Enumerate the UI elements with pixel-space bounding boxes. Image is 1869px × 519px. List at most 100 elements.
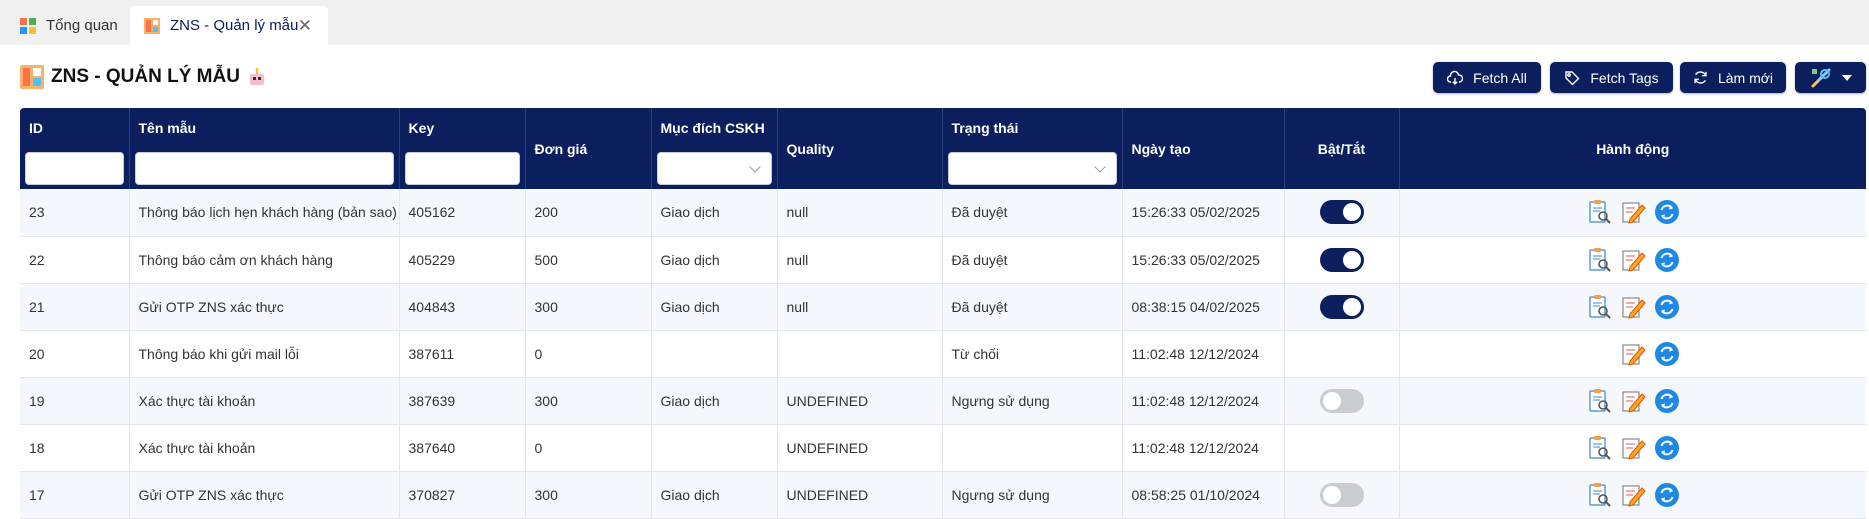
- refresh-button[interactable]: Làm mới: [1680, 62, 1786, 93]
- cell-toggle: [1284, 283, 1400, 331]
- cell-price: 0: [525, 424, 652, 472]
- column-header-quality: Quality: [777, 108, 943, 189]
- enable-toggle[interactable]: [1319, 294, 1364, 319]
- sync-icon[interactable]: [1654, 199, 1680, 225]
- tab-bar: Tổng quan ZNS - Quản lý mẫu ✕: [0, 0, 1869, 45]
- column-header-price: Đơn giá: [525, 108, 652, 189]
- sync-icon[interactable]: [1654, 482, 1680, 508]
- fetch-all-button[interactable]: Fetch All: [1433, 62, 1541, 93]
- edit-icon[interactable]: [1620, 482, 1646, 508]
- column-header-status: Trạng thái: [942, 108, 1123, 189]
- tag-icon: [1565, 70, 1580, 85]
- action-group: [1400, 341, 1867, 367]
- edit-icon[interactable]: [1620, 341, 1646, 367]
- cell-toggle: [1284, 471, 1400, 519]
- cell-name: Thông báo cảm ơn khách hàng: [129, 236, 400, 284]
- cell-quality: UNDEFINED: [777, 377, 943, 425]
- edit-icon[interactable]: [1620, 388, 1646, 414]
- cell-actions: [1399, 189, 1866, 237]
- cell-toggle: [1284, 189, 1400, 237]
- cell-key: 370827: [399, 471, 526, 519]
- cell-purpose: [651, 424, 778, 472]
- tab-label: Tổng quan: [46, 17, 118, 34]
- view-details-icon[interactable]: [1586, 435, 1612, 461]
- view-details-icon[interactable]: [1586, 247, 1612, 273]
- cell-name: Xác thực tài khoản: [129, 377, 400, 425]
- enable-toggle[interactable]: [1319, 388, 1364, 413]
- edit-icon[interactable]: [1620, 247, 1646, 273]
- enable-toggle[interactable]: [1319, 482, 1364, 507]
- cloud-download-icon: [1447, 70, 1464, 85]
- enable-toggle[interactable]: [1319, 247, 1364, 272]
- purpose-filter-select[interactable]: [656, 152, 772, 185]
- sync-icon[interactable]: [1654, 294, 1680, 320]
- tools-dropdown-button[interactable]: [1795, 62, 1866, 93]
- cell-actions: [1399, 330, 1867, 378]
- caret-down-icon: [1841, 74, 1852, 81]
- table-row: 21 Gửi OTP ZNS xác thực 404843 300 Giao dịch…: [20, 283, 1866, 331]
- cell-actions: [1399, 424, 1866, 472]
- cell-status: Đã duyệt: [942, 283, 1123, 331]
- cell-status: Ngưng sử dụng: [942, 471, 1123, 519]
- table-row: 22 Thông báo cảm ơn khách hàng 405229 500 Gi…: [20, 236, 1867, 284]
- tab-overview[interactable]: Tổng quan: [6, 6, 126, 45]
- cell-created: 15:26:33 05/02/2025: [1122, 189, 1285, 237]
- cell-price: 300: [525, 377, 652, 425]
- sync-icon[interactable]: [1654, 435, 1680, 461]
- id-filter-input[interactable]: [25, 152, 124, 185]
- column-header-key: Key: [399, 108, 526, 189]
- edit-icon[interactable]: [1620, 199, 1646, 225]
- cell-toggle: [1284, 330, 1400, 378]
- action-group: [1400, 482, 1867, 508]
- cell-id: 19: [20, 377, 130, 425]
- fetch-tags-label: Fetch Tags: [1590, 69, 1659, 86]
- cell-id: 21: [20, 283, 130, 331]
- cell-purpose: Giao dịch: [651, 377, 778, 425]
- name-filter-input[interactable]: [134, 152, 394, 185]
- view-details-icon[interactable]: [1586, 482, 1612, 508]
- toggle-knob: [1322, 391, 1341, 410]
- sync-icon[interactable]: [1654, 341, 1680, 367]
- cell-purpose: [651, 330, 778, 378]
- table-row: 20 Thông báo khi gửi mail lỗi 387611 0 Từ ch…: [20, 330, 1867, 378]
- edit-icon[interactable]: [1620, 294, 1646, 320]
- edit-icon[interactable]: [1620, 435, 1646, 461]
- view-details-icon[interactable]: [1586, 388, 1612, 414]
- tab-zns-templates[interactable]: ZNS - Quản lý mẫu ✕: [130, 6, 328, 45]
- table-row: 23 Thông báo lịch hẹn khách hàng (bản sao…: [20, 189, 1866, 237]
- cell-key: 387611: [399, 330, 526, 378]
- column-header-actions: Hành động: [1399, 108, 1866, 189]
- template-icon: [144, 17, 160, 34]
- action-group: [1400, 388, 1867, 414]
- column-header-id: ID: [20, 108, 130, 189]
- table-row: 17 Gửi OTP ZNS xác thực 370827 300 Giao dịch…: [20, 471, 1867, 519]
- view-details-icon[interactable]: [1586, 294, 1612, 320]
- toggle-knob: [1342, 203, 1361, 222]
- status-filter-select[interactable]: [947, 152, 1117, 185]
- cell-id: 22: [20, 236, 130, 284]
- refresh-label: Làm mới: [1717, 69, 1774, 86]
- fetch-tags-button[interactable]: Fetch Tags: [1550, 62, 1673, 93]
- cell-name: Gửi OTP ZNS xác thực: [129, 471, 400, 519]
- cell-toggle: [1284, 236, 1400, 284]
- sync-icon[interactable]: [1654, 388, 1680, 414]
- action-spacer: [1586, 341, 1612, 367]
- enable-toggle[interactable]: [1319, 200, 1364, 225]
- close-icon[interactable]: ✕: [298, 16, 312, 36]
- sync-icon[interactable]: [1654, 247, 1680, 273]
- cell-price: 0: [525, 330, 652, 378]
- view-details-icon[interactable]: [1586, 199, 1612, 225]
- cell-name: Thông báo lịch hẹn khách hàng (bản sao): [129, 189, 400, 237]
- cell-purpose: Giao dịch: [651, 471, 778, 519]
- column-header-created: Ngày tạo: [1122, 108, 1285, 189]
- cell-key: 404843: [399, 283, 526, 331]
- column-header-toggle: Bật/Tắt: [1284, 108, 1400, 189]
- cell-id: 20: [20, 330, 130, 378]
- action-group: [1400, 247, 1867, 273]
- key-filter-input[interactable]: [404, 152, 520, 185]
- table-body: 23 Thông báo lịch hẹn khách hàng (bản sao…: [20, 189, 1867, 519]
- cell-name: Xác thực tài khoản: [129, 424, 400, 472]
- cell-created: 11:02:48 12/12/2024: [1122, 330, 1285, 378]
- table-header-row: ID Tên mẫu Key Đơn giá Mục đích CSKH Qua…: [20, 108, 1866, 189]
- cell-status: Đã duyệt: [942, 189, 1123, 237]
